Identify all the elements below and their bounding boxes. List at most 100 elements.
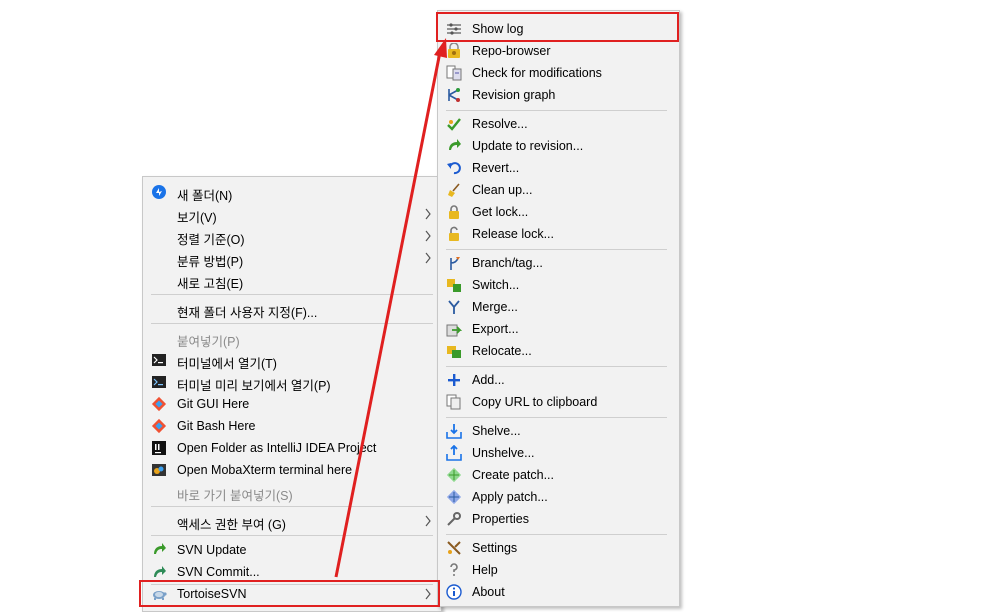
menu-item-git-bash[interactable]: Git Bash Here: [143, 415, 441, 437]
menu-separator: [446, 417, 667, 418]
menu-item-add[interactable]: Add...: [438, 369, 679, 391]
menu-item-label: Check for modifications: [472, 66, 602, 80]
menu-item-new-folder[interactable]: 새 폴더(N): [143, 181, 441, 203]
menu-item-label: Release lock...: [472, 227, 554, 241]
check-modifications-icon: [446, 65, 462, 81]
get-lock-icon: [449, 205, 459, 219]
explorer-context-menu: 새 폴더(N) 보기(V) 정렬 기준(O) 분류 방법(P) 새로 고침(E)…: [142, 176, 442, 612]
merge-icon: [448, 300, 460, 314]
tortoisesvn-icon: [153, 591, 167, 600]
chevron-right-icon: [425, 230, 431, 242]
menu-item-label: Unshelve...: [472, 446, 535, 460]
svn-commit-icon: [154, 566, 166, 577]
mobaxterm-icon: [152, 464, 166, 476]
menu-item-label: Branch/tag...: [472, 256, 543, 270]
apply-patch-icon: [446, 489, 462, 505]
menu-item-revision-graph[interactable]: Revision graph: [438, 84, 679, 106]
menu-item-group-by[interactable]: 분류 방법(P): [143, 247, 441, 269]
copy-url-icon: [446, 394, 461, 410]
new-folder-icon: [152, 185, 166, 199]
menu-item-revert[interactable]: Revert...: [438, 157, 679, 179]
menu-item-paste: 붙여넣기(P): [143, 327, 441, 349]
menu-separator: [151, 535, 433, 536]
menu-item-label: Merge...: [472, 300, 518, 314]
about-icon: [446, 584, 462, 600]
menu-separator: [151, 294, 433, 295]
shelve-icon: [446, 424, 462, 439]
show-log-icon: [447, 23, 461, 35]
menu-item-settings[interactable]: Settings: [438, 537, 679, 559]
menu-item-label: SVN Update: [177, 543, 247, 557]
menu-item-label: 액세스 권한 부여 (G): [177, 518, 286, 532]
branch-tag-icon: [450, 257, 460, 270]
menu-item-repo-browser[interactable]: Repo-browser: [438, 40, 679, 62]
menu-item-branch-tag[interactable]: Branch/tag...: [438, 252, 679, 274]
menu-item-create-patch[interactable]: Create patch...: [438, 464, 679, 486]
menu-item-label: Show log: [472, 22, 524, 36]
help-icon: [450, 563, 458, 576]
menu-item-label: Clean up...: [472, 183, 533, 197]
menu-item-label: Resolve...: [472, 117, 528, 131]
intellij-icon: [152, 441, 166, 455]
menu-item-show-log[interactable]: Show log: [438, 18, 679, 40]
menu-item-open-intellij[interactable]: Open Folder as IntelliJ IDEA Project: [143, 437, 441, 459]
menu-item-label: Help: [472, 563, 498, 577]
repo-browser-icon: [448, 43, 460, 58]
menu-item-properties[interactable]: Properties: [438, 508, 679, 530]
menu-item-label: 현재 폴더 사용자 지정(F)...: [177, 306, 318, 320]
chevron-right-icon: [425, 515, 431, 527]
menu-item-label: 새로 고침(E): [177, 277, 244, 291]
menu-item-export[interactable]: Export...: [438, 318, 679, 340]
menu-item-label: Relocate...: [472, 344, 532, 358]
menu-item-open-terminal-preview[interactable]: 터미널 미리 보기에서 열기(P): [143, 371, 441, 393]
menu-item-clean-up[interactable]: Clean up...: [438, 179, 679, 201]
menu-item-relocate[interactable]: Relocate...: [438, 340, 679, 362]
menu-item-git-gui[interactable]: Git GUI Here: [143, 393, 441, 415]
menu-item-label: 붙여넣기(P): [177, 335, 240, 349]
menu-item-apply-patch[interactable]: Apply patch...: [438, 486, 679, 508]
menu-item-label: Properties: [472, 512, 529, 526]
menu-item-label: 정렬 기준(O): [177, 233, 245, 247]
terminal-preview-icon: [152, 376, 166, 388]
revision-graph-icon: [448, 88, 460, 102]
menu-item-give-access[interactable]: 액세스 권한 부여 (G): [143, 510, 441, 532]
menu-item-svn-commit[interactable]: SVN Commit...: [143, 561, 441, 583]
menu-item-tortoisesvn[interactable]: TortoiseSVN: [143, 583, 441, 605]
menu-item-label: Repo-browser: [472, 44, 551, 58]
menu-item-update-to-revision[interactable]: Update to revision...: [438, 135, 679, 157]
menu-item-copy-url[interactable]: Copy URL to clipboard: [438, 391, 679, 413]
create-patch-icon: [446, 467, 462, 483]
menu-item-get-lock[interactable]: Get lock...: [438, 201, 679, 223]
menu-item-check-modifications[interactable]: Check for modifications: [438, 62, 679, 84]
menu-item-label: Revision graph: [472, 88, 556, 102]
menu-item-label: Open MobaXterm terminal here: [177, 463, 353, 477]
resolve-icon: [447, 118, 461, 131]
menu-item-label: TortoiseSVN: [177, 587, 247, 601]
menu-separator: [151, 323, 433, 324]
menu-item-help[interactable]: Help: [438, 559, 679, 581]
menu-item-label: 바로 가기 붙여넣기(S): [177, 489, 293, 503]
menu-item-view[interactable]: 보기(V): [143, 203, 441, 225]
menu-item-sort-by[interactable]: 정렬 기준(O): [143, 225, 441, 247]
cleanup-icon: [448, 183, 460, 197]
menu-item-about[interactable]: About: [438, 581, 679, 603]
menu-item-shelve[interactable]: Shelve...: [438, 420, 679, 442]
menu-item-release-lock[interactable]: Release lock...: [438, 223, 679, 245]
menu-item-unshelve[interactable]: Unshelve...: [438, 442, 679, 464]
menu-item-label: Shelve...: [472, 424, 521, 438]
menu-separator: [446, 110, 667, 111]
git-gui-icon: [151, 396, 167, 412]
menu-item-mobaxterm[interactable]: Open MobaXterm terminal here: [143, 459, 441, 481]
menu-item-open-terminal[interactable]: 터미널에서 열기(T): [143, 349, 441, 371]
menu-item-customize-folder[interactable]: 현재 폴더 사용자 지정(F)...: [143, 298, 441, 320]
menu-item-label: 새 폴더(N): [177, 189, 233, 203]
menu-item-merge[interactable]: Merge...: [438, 296, 679, 318]
menu-item-switch[interactable]: Switch...: [438, 274, 679, 296]
menu-item-refresh[interactable]: 새로 고침(E): [143, 269, 441, 291]
switch-icon: [447, 279, 461, 292]
menu-item-label: Add...: [472, 373, 505, 387]
chevron-right-icon: [425, 208, 431, 220]
menu-item-svn-update[interactable]: SVN Update: [143, 539, 441, 561]
menu-item-resolve[interactable]: Resolve...: [438, 113, 679, 135]
menu-item-label: Switch...: [472, 278, 520, 292]
